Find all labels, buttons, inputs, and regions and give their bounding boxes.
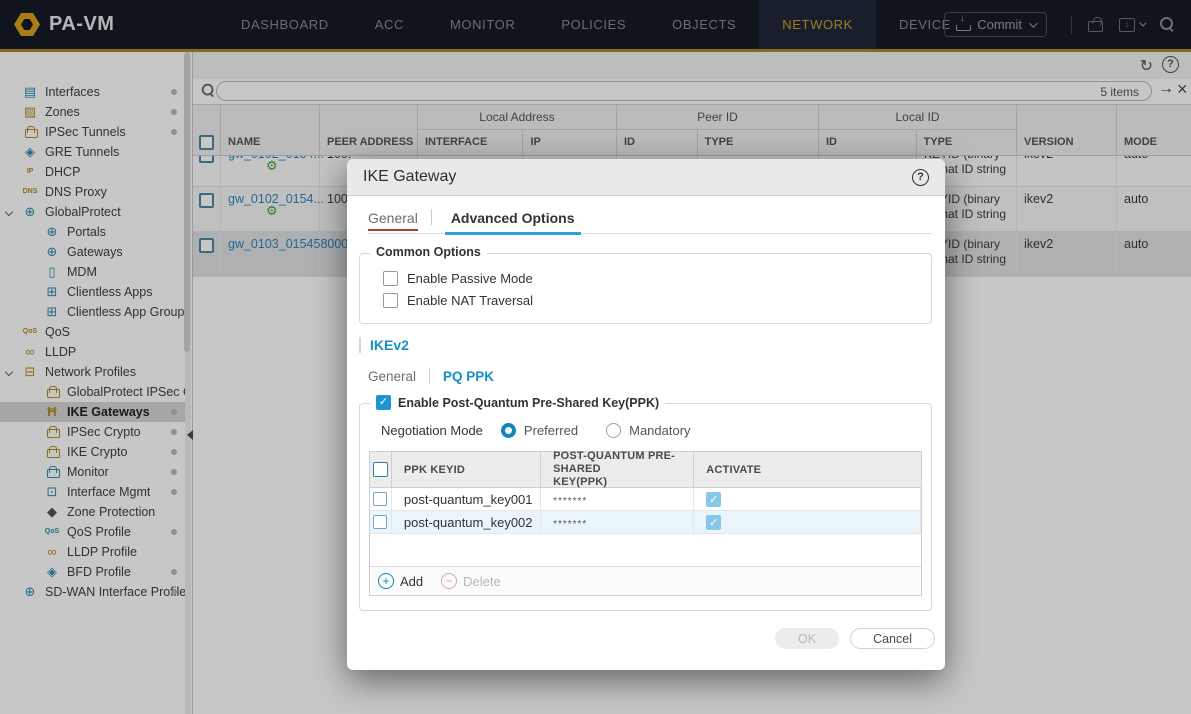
ppk-row[interactable]: post-quantum_key001 ******* ✓ bbox=[370, 488, 921, 511]
ppk-legend: ✓ Enable Post-Quantum Pre-Shared Key(PPK… bbox=[370, 395, 666, 410]
tab-pq-ppk[interactable]: PQ PPK bbox=[443, 369, 494, 384]
common-options-checkboxes: Enable Passive Mode Enable NAT Traversal bbox=[360, 254, 931, 308]
tab-advanced-options[interactable]: Advanced Options bbox=[444, 210, 581, 235]
enable-nat-traversal-checkbox[interactable] bbox=[383, 293, 398, 308]
ppk-key-cell: ******* bbox=[541, 511, 695, 533]
common-options-legend: Common Options bbox=[370, 245, 487, 259]
ppk-table-header: PPK KEYID POST-QUANTUM PRE-SHARED KEY(PP… bbox=[370, 450, 921, 488]
dialog-title-bar: IKE Gateway ? bbox=[347, 159, 945, 196]
ppk-activate-cell: ✓ bbox=[694, 511, 921, 533]
ppk-column-key: POST-QUANTUM PRE-SHARED KEY(PPK) bbox=[541, 450, 695, 488]
checkbox-label: Enable NAT Traversal bbox=[407, 293, 533, 308]
activate-checkbox[interactable]: ✓ bbox=[706, 514, 722, 530]
cancel-button[interactable]: Cancel bbox=[850, 628, 935, 649]
checkbox-row: Enable NAT Traversal bbox=[383, 293, 931, 308]
add-button[interactable]: Add bbox=[400, 574, 423, 589]
ppk-table-footer: + Add − Delete bbox=[370, 566, 921, 595]
dialog-help-icon[interactable]: ? bbox=[912, 168, 929, 186]
ppk-fieldset: ✓ Enable Post-Quantum Pre-Shared Key(PPK… bbox=[359, 395, 932, 611]
delete-icon: − bbox=[441, 573, 458, 589]
divider bbox=[429, 368, 431, 384]
add-icon: + bbox=[378, 573, 394, 589]
enable-passive-mode-checkbox[interactable] bbox=[383, 271, 398, 286]
ppk-key-cell: ******* bbox=[541, 488, 695, 510]
dialog-tabs: General Advanced Options bbox=[368, 209, 932, 235]
ike-gateway-dialog: IKE Gateway ? General Advanced Options C… bbox=[347, 159, 945, 670]
ppk-select-all-checkbox[interactable] bbox=[372, 462, 388, 477]
common-options-fieldset: Common Options Enable Passive Mode Enable… bbox=[359, 245, 932, 324]
ikev2-tabs: General PQ PPK bbox=[368, 368, 945, 384]
ppk-table: PPK KEYID POST-QUANTUM PRE-SHARED KEY(PP… bbox=[369, 450, 922, 596]
ppk-table-empty-area bbox=[370, 534, 921, 566]
checkbox-row: Enable Passive Mode bbox=[383, 271, 931, 286]
ppk-column-activate: ACTIVATE bbox=[706, 463, 762, 476]
dialog-title: IKE Gateway bbox=[363, 168, 457, 185]
checkbox-label: Enable Passive Mode bbox=[407, 271, 533, 286]
ikev2-section-heading: IKEv2 bbox=[359, 337, 945, 353]
ppk-row-checkbox-cell bbox=[370, 511, 392, 533]
ppk-row-checkbox-cell bbox=[370, 488, 392, 510]
ppk-row-checkbox[interactable] bbox=[373, 515, 388, 529]
tab-general[interactable]: General bbox=[368, 210, 418, 233]
radio-preferred[interactable] bbox=[500, 423, 516, 438]
delete-button[interactable]: Delete bbox=[463, 574, 501, 589]
ppk-row-checkbox[interactable] bbox=[373, 492, 388, 506]
pan-os-app: PA-VM DASHBOARD ACC MONITOR POLICIES OBJECTS… bbox=[0, 0, 1191, 714]
ppk-table-body: post-quantum_key001 ******* ✓ post-quantum_… bbox=[370, 488, 921, 534]
enable-ppk-checkbox[interactable]: ✓ bbox=[376, 395, 391, 410]
masked-key-value: ******* bbox=[553, 495, 588, 507]
divider bbox=[359, 337, 361, 353]
activate-checkbox[interactable]: ✓ bbox=[706, 491, 722, 507]
ppk-activate-cell: ✓ bbox=[694, 488, 921, 510]
divider bbox=[430, 209, 432, 225]
dialog-actions: OK Cancel bbox=[775, 628, 935, 649]
ppk-keyid-cell: post-quantum_key001 bbox=[392, 488, 542, 510]
masked-key-value: ******* bbox=[553, 518, 588, 530]
ok-button[interactable]: OK bbox=[775, 628, 840, 649]
ppk-row[interactable]: post-quantum_key002 ******* ✓ bbox=[370, 511, 921, 534]
ppk-column-keyid: PPK KEYID bbox=[392, 452, 542, 487]
negotiation-mode-label: Negotiation Mode bbox=[381, 423, 483, 438]
radio-mandatory[interactable] bbox=[606, 423, 622, 438]
ppk-keyid-cell: post-quantum_key002 bbox=[392, 511, 542, 533]
tab-ikev2-general[interactable]: General bbox=[368, 369, 416, 384]
